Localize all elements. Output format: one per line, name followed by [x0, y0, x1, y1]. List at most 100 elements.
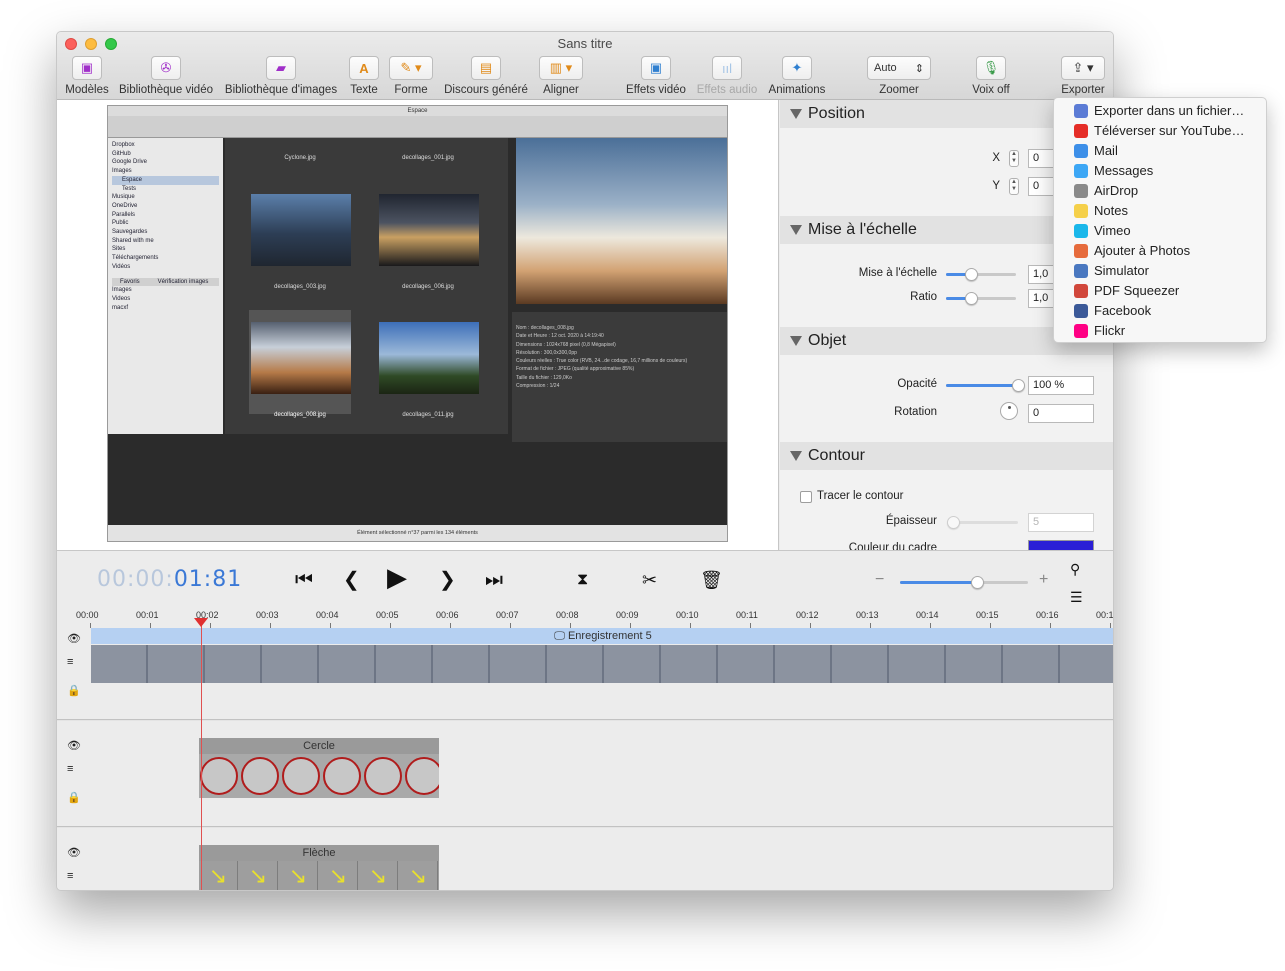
- timeline-zoom-slider[interactable]: [900, 576, 1028, 589]
- ruler-tick-label: 00:13: [856, 610, 879, 620]
- models-label: Modèles: [65, 84, 109, 96]
- audio-effects-icon: ııl: [712, 56, 742, 80]
- ratio-slider-knob[interactable]: [965, 292, 978, 305]
- flickr-icon: [1074, 324, 1088, 338]
- step-back-icon[interactable]: ❮: [343, 570, 360, 590]
- recording-clip-frames[interactable]: [91, 645, 1113, 683]
- arrow-frame: ↘: [399, 861, 438, 890]
- drag-handle-icon[interactable]: ≡: [67, 656, 73, 668]
- thickness-slider-knob[interactable]: [947, 516, 960, 529]
- trash-icon[interactable]: 🗑: [700, 570, 723, 590]
- eye-icon[interactable]: 👁: [67, 739, 81, 752]
- step-forward-icon[interactable]: ❯: [439, 570, 456, 590]
- export-menu-item[interactable]: Facebook: [1054, 301, 1266, 321]
- text-button[interactable]: A Texte: [345, 56, 383, 96]
- thickness-field[interactable]: 5: [1028, 513, 1094, 532]
- scale-slider-knob[interactable]: [965, 268, 978, 281]
- drag-handle-icon[interactable]: ≡: [67, 763, 73, 775]
- recorded-screenshot[interactable]: Espace Dropbox GitHub Google Drive Image…: [107, 105, 728, 542]
- timeline-ruler[interactable]: 00:00 00:01 00:02 00:03 00:04 00:05 00:06 00:07…: [57, 606, 1113, 628]
- image-library-button[interactable]: ▰ Bibliothèque d'images: [221, 56, 341, 96]
- eye-icon[interactable]: 👁: [67, 632, 81, 645]
- export-menu-item[interactable]: Simulator: [1054, 261, 1266, 281]
- animations-label: Animations: [768, 84, 826, 96]
- lock-icon[interactable]: 🔒: [67, 791, 81, 804]
- ruler-tick-label: 00:16: [1036, 610, 1059, 620]
- arrow-clip-header[interactable]: Flèche: [199, 845, 439, 861]
- sidebar-item-selected: Espace: [112, 175, 219, 185]
- generated-speech-button[interactable]: ▤ Discours généré: [441, 56, 531, 96]
- thumbnail-caption: decollages_003.jpg: [274, 284, 326, 290]
- export-menu-item[interactable]: Vimeo: [1054, 221, 1266, 241]
- playhead-marker[interactable]: [194, 618, 208, 627]
- scissors-icon[interactable]: ✂: [642, 570, 657, 590]
- export-button[interactable]: ⇪ ▾ Exporter: [1059, 56, 1107, 96]
- voice-over-button[interactable]: 🎙 Voix off: [963, 56, 1019, 96]
- drag-handle-icon[interactable]: ≡: [67, 870, 73, 882]
- rotation-dial[interactable]: [1000, 402, 1018, 420]
- export-menu-item[interactable]: Notes: [1054, 201, 1266, 221]
- sidebar-item: Parallels: [112, 211, 136, 218]
- image-library-label: Bibliothèque d'images: [224, 84, 338, 96]
- audio-effects-button[interactable]: ııl Effets audio: [695, 56, 759, 96]
- zoom-out-icon[interactable]: −: [875, 570, 884, 590]
- sidebar-item: Sauvegardes: [112, 229, 148, 236]
- skip-to-start-icon[interactable]: ⏮: [295, 570, 313, 590]
- export-menu-item[interactable]: PDF Squeezer: [1054, 281, 1266, 301]
- arrow-clip-frames[interactable]: ↘ ↘ ↘ ↘ ↘ ↘: [199, 861, 439, 890]
- play-icon[interactable]: ▶: [387, 564, 407, 590]
- rotation-field[interactable]: 0: [1028, 404, 1094, 423]
- magnifier-icon[interactable]: ⚲: [1070, 559, 1080, 579]
- sidebar-item: Vidéos: [112, 263, 131, 270]
- scale-slider[interactable]: [946, 268, 1016, 281]
- zoom-control[interactable]: Auto ⇕ Zoomer: [867, 56, 931, 96]
- zoom-select[interactable]: Auto ⇕: [867, 56, 931, 80]
- circle-clip-frames[interactable]: [199, 754, 439, 798]
- animations-button[interactable]: ✦ Animations: [765, 56, 829, 96]
- draw-outline-label: Tracer le contour: [817, 490, 904, 502]
- x-stepper[interactable]: ▲ ▼: [1009, 150, 1019, 167]
- split-clip-icon[interactable]: ⧗: [577, 570, 588, 590]
- export-menu-item[interactable]: Messages: [1054, 161, 1266, 181]
- align-button[interactable]: ▥ ▾ Aligner: [539, 56, 583, 96]
- video-library-button[interactable]: ✇ Bibliothèque vidéo: [115, 56, 217, 96]
- video-library-label: Bibliothèque vidéo: [119, 84, 213, 96]
- video-effects-button[interactable]: ▣ Effets vidéo: [623, 56, 689, 96]
- opacity-slider[interactable]: [946, 379, 1025, 392]
- export-menu-item[interactable]: Ajouter à Photos: [1054, 241, 1266, 261]
- outline-section-header[interactable]: Contour: [780, 442, 1113, 470]
- pdf-squeezer-icon: [1074, 284, 1088, 298]
- ratio-slider[interactable]: [946, 292, 1016, 305]
- export-menu-item-label: Flickr: [1094, 323, 1126, 338]
- y-stepper[interactable]: ▲ ▼: [1009, 178, 1019, 195]
- lock-icon[interactable]: 🔒: [67, 684, 81, 697]
- recording-clip-header[interactable]: 🖵 Enregistrement 5: [91, 628, 1113, 644]
- export-menu-item[interactable]: Téléverser sur YouTube…: [1054, 121, 1266, 141]
- eye-icon[interactable]: 👁: [67, 846, 81, 859]
- opacity-slider-knob[interactable]: [1012, 379, 1025, 392]
- export-menu-item[interactable]: Mail: [1054, 141, 1266, 161]
- track-recording: 👁 ≡ 🔒 🖵 Enregistrement 5: [57, 628, 1113, 720]
- favorites-item: macxf: [112, 304, 129, 311]
- thickness-slider[interactable]: [947, 516, 1018, 529]
- export-menu-item[interactable]: AirDrop: [1054, 181, 1266, 201]
- timeline-zoom-knob[interactable]: [971, 576, 984, 589]
- export-menu-item-label: Mail: [1094, 143, 1118, 158]
- shape-button[interactable]: ✎ ▾ Forme: [389, 56, 433, 96]
- zoom-in-icon[interactable]: +: [1039, 570, 1048, 590]
- export-menu-item[interactable]: Exporter dans un fichier…: [1054, 101, 1266, 121]
- skip-to-end-icon[interactable]: ⏭: [485, 570, 503, 590]
- frame-color-well[interactable]: [1028, 540, 1094, 550]
- image-info-panel: Nom : decollages_008.jpg Date et Heure :…: [512, 312, 727, 442]
- preview-toolbar: [108, 116, 727, 138]
- canvas-area[interactable]: Espace Dropbox GitHub Google Drive Image…: [57, 100, 779, 550]
- models-button[interactable]: ▣ Modèles: [61, 56, 113, 96]
- draw-outline-checkbox[interactable]: [800, 491, 812, 503]
- export-menu-item[interactable]: Flickr: [1054, 321, 1266, 341]
- list-icon[interactable]: ☰: [1070, 587, 1083, 607]
- circle-clip-header[interactable]: Cercle: [199, 738, 439, 754]
- playhead-line[interactable]: [201, 619, 202, 890]
- track-arrow: 👁 ≡ Flèche ↘ ↘ ↘ ↘ ↘ ↘: [57, 828, 1113, 890]
- opacity-field[interactable]: 100 %: [1028, 376, 1094, 395]
- photos-icon: [1074, 244, 1088, 258]
